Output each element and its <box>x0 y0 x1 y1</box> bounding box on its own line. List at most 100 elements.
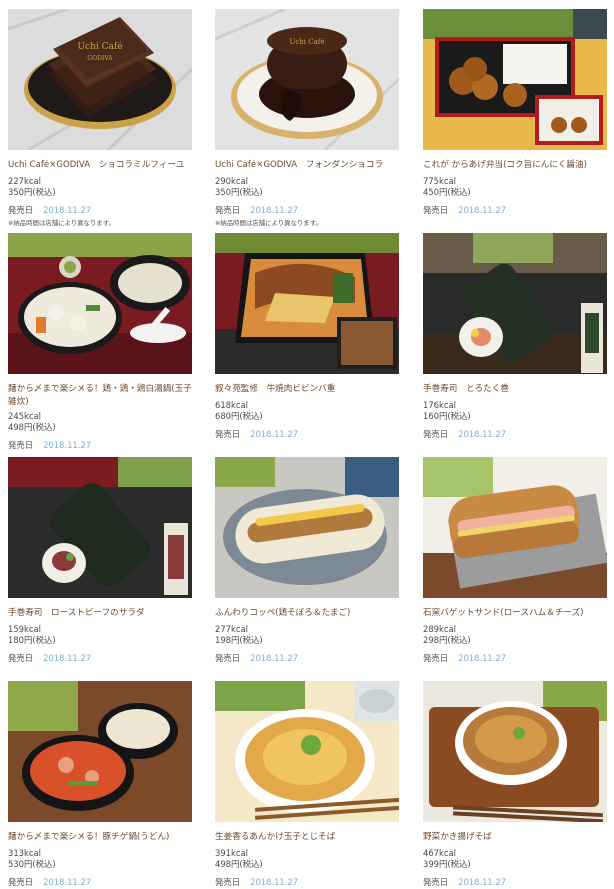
product-image-chicken-hotpot[interactable] <box>8 233 192 374</box>
svg-text:GODIVA: GODIVA <box>87 55 113 62</box>
product-card[interactable]: これが からあげ弁当(コク旨にんにく醤油) 775kcal 450円(税込) 発… <box>423 9 607 229</box>
product-card[interactable]: Uchi Café Uchi Café×GODIVA フォンダンショコラ 290… <box>215 9 399 229</box>
product-name[interactable]: 石窯バゲットサンド(ロースハム＆チーズ) <box>423 607 607 620</box>
release-date-row: 発売日 2018.11.27 <box>423 653 506 664</box>
release-date: 2018.11.27 <box>250 877 299 887</box>
release-date-row: 発売日 2018.11.27 <box>423 429 506 440</box>
product-name[interactable]: 麺から〆まで楽シメる！鶏・鶏・鶏白湯鍋(玉子雑炊) <box>8 383 192 409</box>
product-name[interactable]: 野菜かき揚げそば <box>423 831 607 844</box>
svg-text:Uchi Café: Uchi Café <box>77 41 122 52</box>
product-calories: 313kcal <box>8 848 41 858</box>
product-image-baguette-sandwich[interactable] <box>423 457 607 598</box>
product-name[interactable]: Uchi Café×GODIVA フォンダンショコラ <box>215 159 399 172</box>
product-image-koppe-bread[interactable] <box>215 457 399 598</box>
product-price: 680円(税込) <box>215 411 263 421</box>
release-date-row: 発売日 2018.11.27 <box>8 653 91 664</box>
product-name[interactable]: 手巻寿司 ローストビーフのサラダ <box>8 607 192 620</box>
product-card[interactable]: 石窯バゲットサンド(ロースハム＆チーズ) 289kcal 298円(税込) 発売… <box>423 457 607 677</box>
product-image-roast-beef-roll[interactable] <box>8 457 192 598</box>
product-card[interactable]: 麺から〆まで楽シメる！豚チゲ鍋(うどん) 313kcal 530円(税込) 発売… <box>8 681 192 889</box>
product-card[interactable]: 麺から〆まで楽シメる！鶏・鶏・鶏白湯鍋(玉子雑炊) 245kcal 498円(税… <box>8 233 192 453</box>
release-date-row: 発売日 2018.11.27 <box>215 877 298 888</box>
release-date-label: 発売日 <box>423 653 449 663</box>
release-date: 2018.11.27 <box>458 653 507 663</box>
product-price: 498円(税込) <box>8 422 56 432</box>
release-date-label: 発売日 <box>215 877 241 887</box>
product-price: 498円(税込) <box>215 859 263 869</box>
release-date-label: 発売日 <box>423 205 449 215</box>
product-price: 160円(税込) <box>423 411 471 421</box>
product-price: 198円(税込) <box>215 635 263 645</box>
release-date: 2018.11.27 <box>458 429 507 439</box>
product-card[interactable]: 叙々苑監修 牛焼肉ビビンバ重 618kcal 680円(税込) 発売日 2018.… <box>215 233 399 453</box>
product-calories: 290kcal <box>215 176 248 186</box>
product-image-torotaku-roll[interactable] <box>423 233 607 374</box>
release-date-row: 発売日 2018.11.27 <box>8 440 91 451</box>
release-date-label: 発売日 <box>8 440 34 450</box>
product-price: 350円(税込) <box>8 187 56 197</box>
product-card[interactable]: Uchi Café GODIVA Uchi Café×GODIVA ショコラミル… <box>8 9 192 229</box>
release-date-label: 発売日 <box>8 205 34 215</box>
product-calories: 775kcal <box>423 176 456 186</box>
product-grid: Uchi Café GODIVA Uchi Café×GODIVA ショコラミル… <box>0 0 614 889</box>
release-date-row: 発売日 2018.11.27 <box>215 653 298 664</box>
product-calories: 277kcal <box>215 624 248 634</box>
product-image-chocolat-millefeuille[interactable]: Uchi Café GODIVA <box>8 9 192 150</box>
release-date-row: 発売日 2018.11.27 <box>423 877 506 888</box>
product-price: 450円(税込) <box>423 187 471 197</box>
product-price: 350円(税込) <box>215 187 263 197</box>
product-name[interactable]: 叙々苑監修 牛焼肉ビビンバ重 <box>215 383 399 396</box>
release-date-label: 発売日 <box>215 429 241 439</box>
product-calories: 227kcal <box>8 176 41 186</box>
product-name[interactable]: 麺から〆まで楽シメる！豚チゲ鍋(うどん) <box>8 831 192 844</box>
release-date: 2018.11.27 <box>250 429 299 439</box>
product-card[interactable]: 手巻寿司 とろたく巻 176kcal 160円(税込) 発売日 2018.11.2… <box>423 233 607 453</box>
product-name[interactable]: 手巻寿司 とろたく巻 <box>423 383 607 396</box>
product-name[interactable]: ふんわりコッペ(鶏そぼろ＆たまご) <box>215 607 399 620</box>
product-image-karaage-bento[interactable] <box>423 9 607 150</box>
product-price: 399円(税込) <box>423 859 471 869</box>
svg-text:Uchi Café: Uchi Café <box>289 38 324 46</box>
release-date: 2018.11.27 <box>458 877 507 887</box>
product-image-ankake-soba[interactable] <box>215 681 399 822</box>
release-date: 2018.11.27 <box>250 205 299 215</box>
product-name[interactable]: Uchi Café×GODIVA ショコラミルフィーユ <box>8 159 192 172</box>
product-image-fondant-chocolat[interactable]: Uchi Café <box>215 9 399 150</box>
product-card[interactable]: ふんわりコッペ(鶏そぼろ＆たまご) 277kcal 198円(税込) 発売日 20… <box>215 457 399 677</box>
release-date: 2018.11.27 <box>43 440 92 450</box>
product-calories: 176kcal <box>423 400 456 410</box>
product-price: 530円(税込) <box>8 859 56 869</box>
product-price: 180円(税込) <box>8 635 56 645</box>
release-date: 2018.11.27 <box>43 205 92 215</box>
product-card[interactable]: 野菜かき揚げそば 467kcal 399円(税込) 発売日 2018.11.27 <box>423 681 607 889</box>
product-image-bibimbap[interactable] <box>215 233 399 374</box>
product-calories: 289kcal <box>423 624 456 634</box>
release-date-label: 発売日 <box>8 877 34 887</box>
release-date-row: 発売日 2018.11.27 <box>423 205 506 216</box>
release-date-row: 発売日 2018.11.27 <box>8 877 91 888</box>
product-name[interactable]: 生姜香るあんかけ玉子とじそば <box>215 831 399 844</box>
delivery-note: ※納品時間は店舗により異なります。 <box>8 219 115 227</box>
release-date: 2018.11.27 <box>43 877 92 887</box>
product-card[interactable]: 手巻寿司 ローストビーフのサラダ 159kcal 180円(税込) 発売日 201… <box>8 457 192 677</box>
release-date: 2018.11.27 <box>458 205 507 215</box>
release-date-label: 発売日 <box>215 653 241 663</box>
product-calories: 245kcal <box>8 411 41 421</box>
release-date-label: 発売日 <box>215 205 241 215</box>
product-image-pork-chige-nabe[interactable] <box>8 681 192 822</box>
product-card[interactable]: 生姜香るあんかけ玉子とじそば 391kcal 498円(税込) 発売日 2018.… <box>215 681 399 889</box>
product-price: 298円(税込) <box>423 635 471 645</box>
product-calories: 391kcal <box>215 848 248 858</box>
release-date: 2018.11.27 <box>250 653 299 663</box>
product-calories: 159kcal <box>8 624 41 634</box>
delivery-note: ※納品時間は店舗により異なります。 <box>215 219 322 227</box>
release-date-label: 発売日 <box>423 877 449 887</box>
product-calories: 618kcal <box>215 400 248 410</box>
product-name[interactable]: これが からあげ弁当(コク旨にんにく醤油) <box>423 159 607 172</box>
release-date-row: 発売日 2018.11.27 <box>8 205 91 216</box>
release-date-label: 発売日 <box>423 429 449 439</box>
release-date-label: 発売日 <box>8 653 34 663</box>
release-date-row: 発売日 2018.11.27 <box>215 205 298 216</box>
product-calories: 467kcal <box>423 848 456 858</box>
product-image-kakiage-soba[interactable] <box>423 681 607 822</box>
